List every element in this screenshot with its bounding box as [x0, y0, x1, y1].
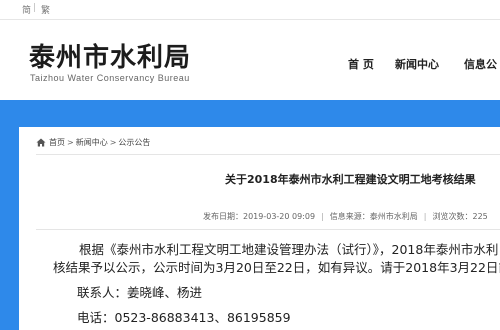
article-paragraph: 核结果予以公示，公示时间为3月20日至22日，如有异议。请于2018年3月22日…: [53, 260, 500, 275]
article-title: 关于2018年泰州市水利工程建设文明工地考核结果: [225, 173, 476, 186]
traditional-chinese-link[interactable]: 繁: [41, 3, 50, 16]
simplified-chinese-link[interactable]: 简: [22, 3, 31, 16]
contact-phone: 电话：0523-86883413、86195859: [77, 310, 291, 325]
contact-person: 联系人：姜晓峰、杨进: [77, 285, 203, 300]
divider: [36, 154, 500, 155]
article-paragraph: 根据《泰州市水利工程文明工地建设管理办法（试行）》，2018年泰州市水利: [79, 242, 499, 257]
breadcrumb: 首页 > 新闻中心 > 公示公告: [36, 137, 150, 148]
divider: [36, 229, 500, 230]
article-meta: 发布日期：2019-03-20 09:09 | 信息来源：泰州市水利局 | 浏览次数：2…: [203, 211, 494, 222]
breadcrumb-home[interactable]: 首页: [49, 137, 65, 148]
meta-divider: |: [423, 212, 427, 221]
site-logo-title[interactable]: 泰州市水利局: [29, 37, 191, 74]
site-logo-subtitle: Taizhou Water Conservancy Bureau: [30, 73, 190, 83]
language-separator: |: [33, 3, 37, 13]
breadcrumb-announcements[interactable]: 公示公告: [118, 137, 150, 148]
view-count: 浏览次数：225: [432, 212, 488, 221]
content-card: 首页 > 新闻中心 > 公示公告 关于2018年泰州市水利工程建设文明工地考核结…: [19, 127, 500, 330]
nav-info-disclosure[interactable]: 信息公: [464, 56, 497, 72]
breadcrumb-news-center[interactable]: 新闻中心: [76, 137, 108, 148]
nav-news-center[interactable]: 新闻中心: [395, 56, 439, 72]
publish-date: 发布日期：2019-03-20 09:09: [203, 212, 316, 221]
breadcrumb-separator: >: [109, 138, 117, 147]
meta-divider: |: [321, 212, 324, 221]
site-header: 泰州市水利局 Taizhou Water Conservancy Bureau …: [0, 20, 500, 100]
home-icon: [36, 138, 46, 147]
info-source: 信息来源：泰州市水利局: [329, 212, 418, 221]
breadcrumb-separator: >: [67, 138, 74, 147]
top-bar: 简 | 繁: [0, 0, 500, 20]
nav-home[interactable]: 首 页: [348, 56, 374, 72]
